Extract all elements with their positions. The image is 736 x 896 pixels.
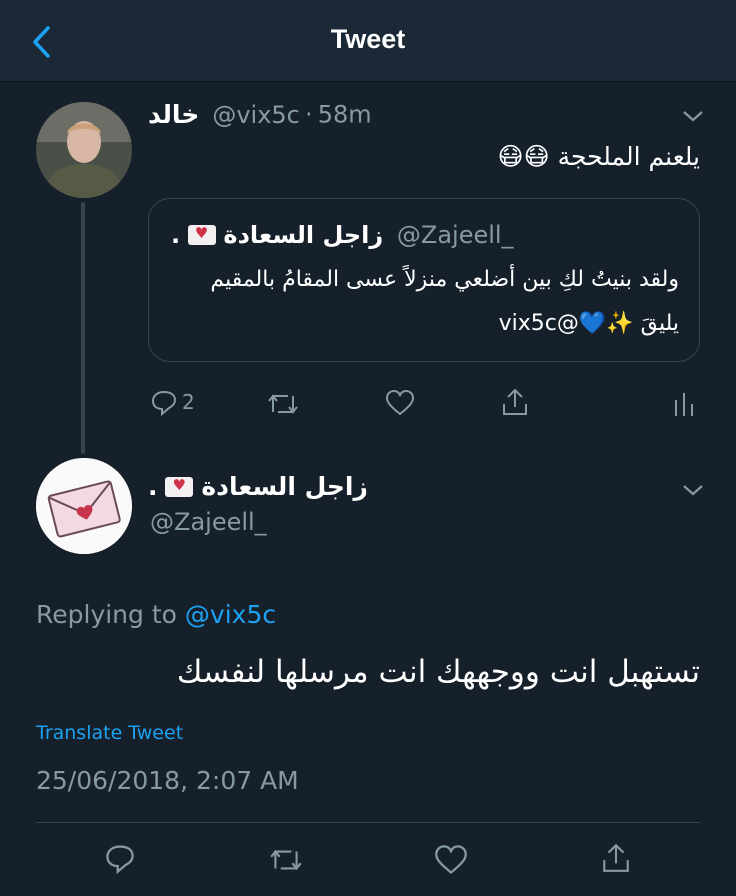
handle[interactable]: @vix5c bbox=[212, 101, 300, 129]
handle[interactable]: @Zajeell_ bbox=[150, 508, 267, 536]
reply-count: 2 bbox=[182, 390, 195, 414]
timestamp[interactable]: 58m bbox=[318, 101, 372, 129]
heart-icon[interactable] bbox=[434, 844, 468, 876]
reply-action[interactable]: 2 bbox=[150, 388, 210, 418]
share-icon[interactable] bbox=[600, 840, 632, 876]
tweet-text: يلعنم الملحجة 😷😷 bbox=[497, 142, 700, 171]
envelope-heart-icon bbox=[187, 224, 216, 245]
display-name[interactable]: زاجل السعادة bbox=[201, 472, 367, 501]
quoted-header: . زاجل السعادة @Zajeell_ bbox=[171, 221, 514, 249]
dot-separator: · bbox=[304, 100, 313, 129]
tweet-timestamp: 25/06/2018, 2:07 AM bbox=[36, 766, 299, 795]
retweet-icon[interactable] bbox=[268, 845, 304, 875]
quoted-handle: @Zajeell_ bbox=[396, 221, 514, 249]
quoted-tweet[interactable]: . زاجل السعادة @Zajeell_ ولقد بنيتُ لكِ … bbox=[148, 198, 700, 362]
share-icon[interactable] bbox=[500, 386, 530, 418]
avatar[interactable] bbox=[36, 102, 132, 198]
thread-line bbox=[81, 202, 85, 454]
envelope-heart-icon bbox=[165, 476, 194, 497]
reply-icon[interactable] bbox=[104, 842, 136, 874]
tweet-header: . زاجل السعادة bbox=[148, 472, 368, 501]
chevron-down-icon[interactable] bbox=[680, 482, 706, 498]
replying-handle-link[interactable]: @vix5c bbox=[185, 600, 276, 629]
analytics-icon[interactable] bbox=[672, 390, 696, 418]
quoted-suffix: . bbox=[171, 221, 181, 249]
replying-to: Replying to @vix5c bbox=[36, 600, 276, 629]
chevron-down-icon[interactable] bbox=[680, 108, 706, 124]
heart-icon[interactable] bbox=[385, 389, 415, 417]
top-bar: Tweet bbox=[0, 0, 736, 82]
retweet-icon[interactable] bbox=[266, 390, 300, 418]
display-name[interactable]: خالد bbox=[148, 100, 199, 129]
replying-label: Replying to bbox=[36, 600, 177, 629]
quoted-display-name: زاجل السعادة bbox=[223, 221, 384, 249]
tweet-header: خالد @vix5c · 58m bbox=[148, 100, 372, 132]
tweet-text: تستهبل انت ووجههك انت مرسلها لنفسك bbox=[176, 654, 700, 690]
quoted-text-line1: ولقد بنيتُ لكِ بين أضلعي منزلاً عسى المق… bbox=[210, 267, 679, 292]
name-suffix: . bbox=[148, 472, 158, 501]
avatar[interactable] bbox=[36, 458, 132, 554]
reply-icon bbox=[151, 390, 177, 416]
translate-tweet-link[interactable]: Translate Tweet bbox=[36, 722, 183, 744]
quoted-text-line2: يليقَ ✨💙@vix5c bbox=[498, 311, 679, 336]
divider bbox=[36, 822, 700, 823]
page-title: Tweet bbox=[330, 24, 406, 54]
